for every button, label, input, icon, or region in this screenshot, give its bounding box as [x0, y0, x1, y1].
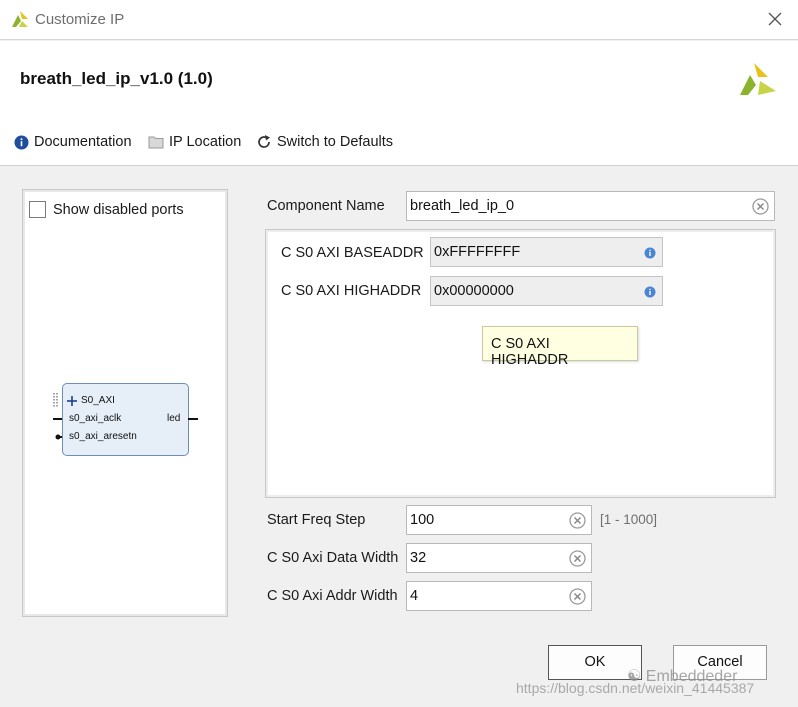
- documentation-label: Documentation: [34, 134, 132, 150]
- addr-width-label: C S0 Axi Addr Width: [267, 588, 398, 604]
- baseaddr-label: C S0 AXI BASEADDR: [281, 245, 424, 261]
- close-icon[interactable]: [766, 10, 784, 28]
- data-width-input[interactable]: 32: [406, 543, 592, 573]
- info-icon: [644, 247, 656, 259]
- start-freq-range: [1 - 1000]: [600, 512, 658, 527]
- toolbar: Documentation IP Location Switch to Defa…: [0, 116, 798, 166]
- ip-location-label: IP Location: [169, 134, 242, 150]
- switch-to-defaults-label: Switch to Defaults: [277, 134, 394, 150]
- component-name-input[interactable]: breath_led_ip_0: [406, 191, 775, 221]
- ip-location-button[interactable]: IP Location: [148, 132, 241, 152]
- vivado-logo-icon: [12, 11, 28, 27]
- highaddr-tooltip: C S0 AXI HIGHADDR: [482, 326, 638, 368]
- start-freq-label: Start Freq Step: [267, 512, 366, 528]
- port-s0-axi: S0_AXI: [81, 395, 115, 406]
- clear-icon[interactable]: [752, 198, 769, 215]
- folder-icon: [148, 136, 164, 149]
- addr-width-input[interactable]: 4: [406, 581, 592, 611]
- checkbox-box[interactable]: [29, 201, 46, 218]
- window-title: Customize IP: [35, 11, 125, 28]
- switch-to-defaults-button[interactable]: Switch to Defaults: [256, 132, 393, 152]
- data-width-value: 32: [410, 550, 427, 566]
- highaddr-input[interactable]: 0x00000000: [430, 276, 663, 306]
- port-s0-axi-aresetn: s0_axi_aresetn: [69, 431, 137, 442]
- start-freq-value: 100: [410, 512, 435, 528]
- documentation-button[interactable]: Documentation: [14, 132, 132, 152]
- port-s0-axi-aclk: s0_axi_aclk: [69, 413, 122, 424]
- port-led: led: [167, 413, 181, 424]
- watermark-url: https://blog.csdn.net/weixin_41445387: [516, 680, 755, 696]
- led-port-stub: [188, 418, 198, 420]
- baseaddr-value: 0xFFFFFFFF: [434, 244, 521, 260]
- vivado-brand-icon: [740, 63, 776, 95]
- clear-icon[interactable]: [569, 588, 586, 605]
- show-disabled-ports-label: Show disabled ports: [53, 201, 184, 218]
- highaddr-label: C S0 AXI HIGHADDR: [281, 283, 422, 299]
- title-bar: Customize IP: [0, 0, 798, 40]
- highaddr-value: 0x00000000: [434, 283, 514, 299]
- show-disabled-ports-checkbox[interactable]: Show disabled ports: [29, 201, 184, 218]
- component-name-value: breath_led_ip_0: [410, 198, 515, 214]
- ip-header: breath_led_ip_v1.0 (1.0): [0, 41, 798, 116]
- baseaddr-input[interactable]: 0xFFFFFFFF: [430, 237, 663, 267]
- start-freq-input[interactable]: 100: [406, 505, 592, 535]
- clear-icon[interactable]: [569, 512, 586, 529]
- ip-name-title: breath_led_ip_v1.0 (1.0): [20, 69, 213, 88]
- refresh-icon: [258, 135, 270, 148]
- ip-symbol-block[interactable]: S0_AXI s0_axi_aclk led s0_axi_aresetn: [62, 383, 189, 456]
- clear-icon[interactable]: [569, 550, 586, 567]
- addr-width-value: 4: [410, 588, 419, 604]
- info-icon: [14, 135, 29, 149]
- info-icon: [644, 286, 656, 298]
- plus-icon[interactable]: [67, 396, 77, 406]
- component-name-label: Component Name: [267, 198, 385, 214]
- data-width-label: C S0 Axi Data Width: [267, 550, 399, 566]
